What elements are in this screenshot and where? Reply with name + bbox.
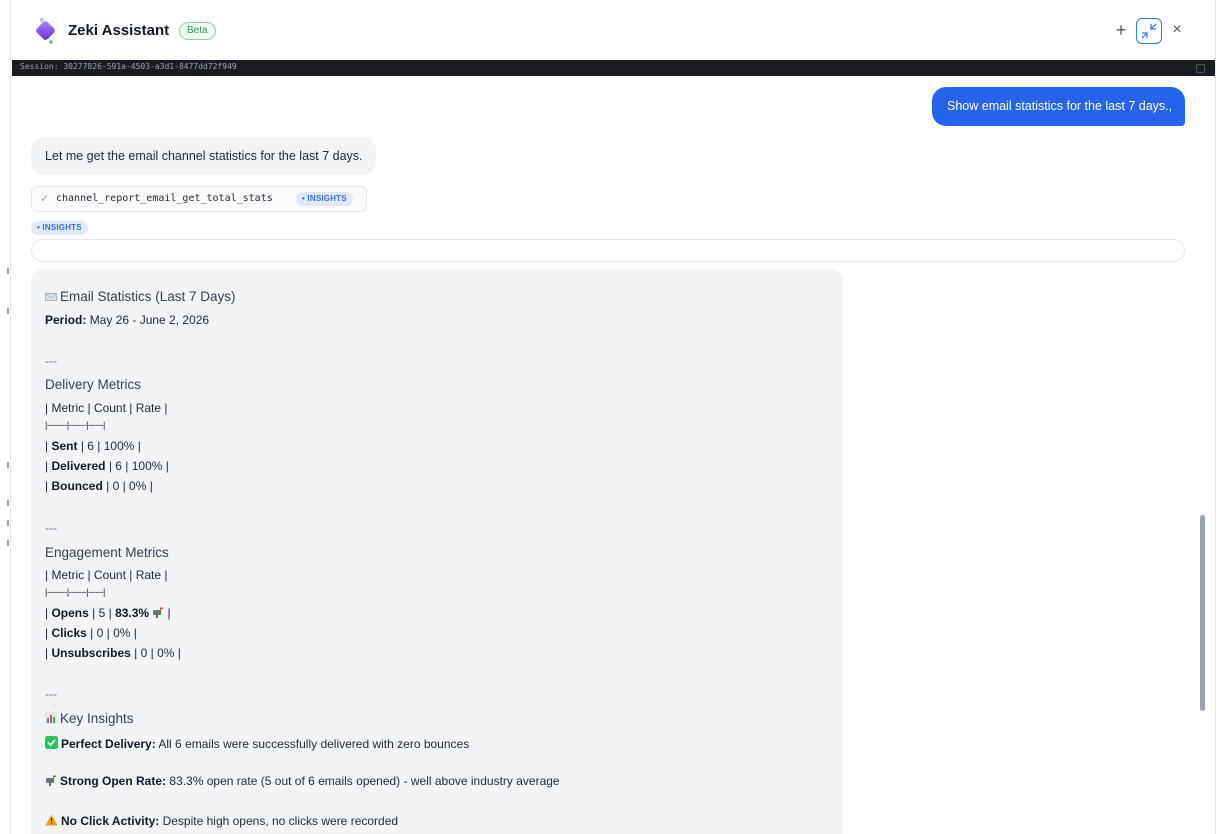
insight-item: No Click Activity: Despite high opens, n… [45, 814, 398, 829]
beta-badge: Beta [179, 22, 216, 40]
insights-heading: Key Insights [60, 711, 134, 726]
table-row: | Clicks | 0 | 0% | [45, 626, 137, 640]
table-row: | Delivered | 6 | 100% | [45, 459, 169, 473]
mailbox-icon [45, 775, 57, 789]
collapsed-section[interactable] [31, 239, 1185, 262]
left-edge [0, 0, 11, 834]
user-message: Show email statistics for the last 7 day… [932, 87, 1185, 126]
session-id: Session: 30277826-591a-4503-a3d1-8477dd7… [20, 62, 237, 71]
period-label: Period: [45, 313, 87, 327]
delivery-heading: Delivery Metrics [45, 377, 142, 392]
divider: --- [45, 354, 57, 368]
table-row: | Unsubscribes | 0 | 0% | [45, 646, 181, 660]
shrink-button[interactable] [1136, 18, 1162, 44]
assistant-logo-icon [36, 17, 55, 44]
bar-chart-icon [45, 712, 57, 727]
tool-call-chip[interactable]: ✓ channel_report_email_get_total_stats •… [31, 186, 367, 212]
envelope-icon [45, 290, 57, 305]
copy-icon[interactable] [1196, 64, 1205, 73]
shrink-icon [1141, 23, 1157, 39]
period-value: May 26 - June 2, 2026 [89, 313, 210, 327]
period-row: Period: May 26 - June 2, 2026 [45, 313, 209, 327]
insights-tag: • INSIGHTS [296, 192, 353, 206]
engagement-table-header: | Metric | Count | Rate | [45, 568, 168, 582]
insights-tag-standalone: • INSIGHTS [31, 221, 88, 235]
assistant-message: Let me get the email channel statistics … [31, 137, 376, 175]
app-frame: Zeki Assistant Beta + × Session: 3027782… [0, 0, 1222, 834]
table-row: | Sent | 6 | 100% | [45, 439, 141, 453]
assistant-panel: Zeki Assistant Beta + × Session: 3027782… [12, 0, 1216, 834]
session-bar: Session: 30277826-591a-4503-a3d1-8477dd7… [12, 60, 1215, 76]
table-row: | Opens | 5 | 83.3% | [45, 606, 171, 621]
table-row: | Bounced | 0 | 0% | [45, 479, 153, 493]
close-button[interactable]: × [1169, 18, 1185, 42]
scrollbar-thumb[interactable] [1200, 515, 1205, 711]
divider: --- [45, 521, 57, 535]
warning-icon [45, 814, 58, 829]
report-title-row: Email Statistics (Last 7 Days) [45, 289, 236, 305]
tool-call-name: channel_report_email_get_total_stats [56, 193, 273, 204]
report-message: Email Statistics (Last 7 Days) Period: M… [31, 269, 843, 834]
new-chat-button[interactable]: + [1113, 18, 1129, 42]
mailbox-icon [152, 607, 164, 621]
insight-item: Perfect Delivery: All 6 emails were succ… [45, 736, 469, 752]
delivery-table-divider: |--------|-------|------| [45, 420, 105, 430]
panel-header: Zeki Assistant Beta + × [12, 0, 1215, 60]
delivery-table-header: | Metric | Count | Rate | [45, 401, 168, 415]
engagement-heading: Engagement Metrics [45, 545, 169, 560]
panel-title: Zeki Assistant [68, 22, 170, 39]
insights-heading-row: Key Insights [45, 711, 134, 727]
report-title: Email Statistics (Last 7 Days) [60, 289, 236, 304]
engagement-table-divider: |--------|-------|------| [45, 587, 105, 597]
insight-item: Strong Open Rate: 83.3% open rate (5 out… [45, 774, 560, 789]
checkmark-box-icon [45, 736, 58, 752]
check-icon: ✓ [40, 193, 50, 205]
divider: --- [45, 687, 57, 701]
